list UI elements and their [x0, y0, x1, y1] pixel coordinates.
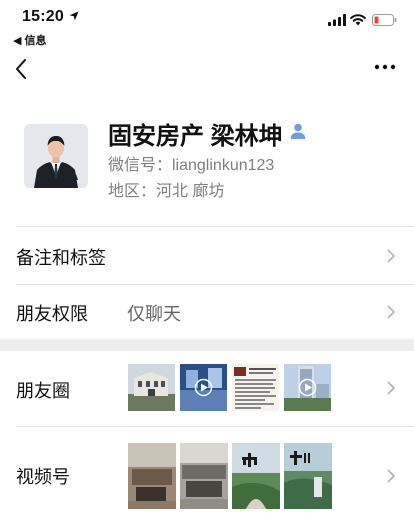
- chevron-right-icon: [387, 249, 395, 263]
- back-chevron-icon[interactable]: [13, 58, 31, 80]
- wifi-icon: [350, 14, 366, 26]
- row-moments-label: 朋友圈: [16, 381, 70, 401]
- moments-thumbnail: [180, 364, 227, 411]
- section-gap: [0, 339, 414, 351]
- moments-thumbnail: [128, 364, 175, 411]
- battery-icon: [372, 14, 397, 26]
- channels-thumbnail: [232, 443, 280, 509]
- row-friend-permissions-label: 朋友权限: [16, 304, 88, 324]
- profile-name: 固安房产 梁林坤: [108, 123, 283, 150]
- avatar-image: [24, 124, 88, 188]
- avatar[interactable]: [24, 124, 88, 188]
- row-channels-label: 视频号: [16, 467, 70, 487]
- location-arrow-icon: [69, 11, 79, 21]
- row-friend-permissions[interactable]: 朋友权限 仅聊天: [0, 285, 414, 339]
- row-moments[interactable]: 朋友圈: [0, 351, 414, 426]
- channels-thumbnail: [128, 443, 176, 509]
- chevron-right-icon: [387, 381, 395, 395]
- row-channels[interactable]: 视频号: [0, 427, 414, 521]
- moments-thumbnail: [284, 364, 331, 411]
- person-icon: [290, 123, 306, 139]
- moments-thumbnail: [232, 364, 279, 411]
- row-remarks-tags[interactable]: 备注和标签: [0, 227, 414, 284]
- back-to-app-link[interactable]: ◀ 信息: [13, 32, 47, 48]
- status-time: 15:20: [22, 8, 64, 25]
- row-friend-permissions-value: 仅聊天: [127, 304, 181, 324]
- region: 地区：河北 廊坊: [108, 183, 225, 200]
- chevron-right-icon: [387, 469, 395, 483]
- chevron-right-icon: [387, 305, 395, 319]
- channels-thumbnail: [284, 443, 332, 509]
- row-remarks-tags-label: 备注和标签: [16, 248, 106, 268]
- wechat-id: 微信号：lianglinkun123: [108, 157, 275, 174]
- more-icon[interactable]: [374, 63, 396, 71]
- signal-icon: [328, 14, 346, 26]
- channels-thumbnail: [180, 443, 228, 509]
